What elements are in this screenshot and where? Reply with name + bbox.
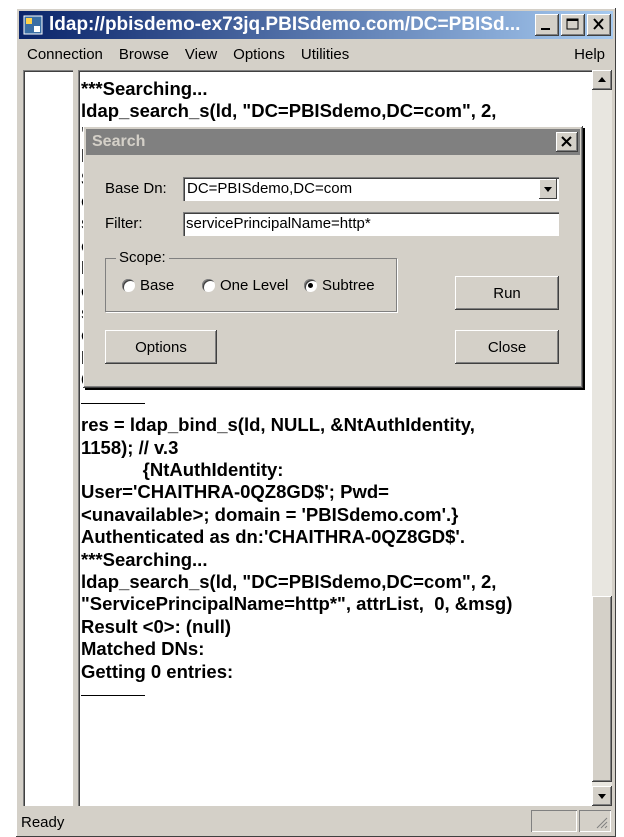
base-dn-dropdown-button[interactable] [539, 179, 557, 199]
close-icon [593, 18, 604, 30]
output-line: ldap_search_s(ld, "DC=PBISdemo,DC=com", … [81, 100, 497, 122]
menu-view[interactable]: View [177, 46, 225, 63]
resize-grip-icon [596, 817, 608, 829]
output-line: Result <0>: (null) [81, 615, 232, 637]
output-line [81, 683, 581, 705]
output-line: User='CHAITHRA-0QZ8GD$'; Pwd= [81, 481, 389, 503]
menu-bar: Connection Browse View Options Utilities… [19, 40, 613, 68]
arrow-down-icon [598, 794, 606, 799]
close-window-button[interactable] [587, 14, 611, 36]
separator-line [81, 694, 145, 696]
separator-line [81, 403, 145, 405]
vertical-scrollbar[interactable] [592, 70, 612, 806]
options-button[interactable]: Options [105, 330, 217, 364]
dialog-close-button[interactable] [556, 132, 578, 152]
output-line: 1158); // v.3 [81, 436, 179, 458]
menu-browse[interactable]: Browse [111, 46, 177, 63]
menu-options[interactable]: Options [225, 46, 293, 63]
radio-dot-one-level [202, 279, 215, 292]
output-line: res = ldap_bind_s(ld, NULL, &NtAuthIdent… [81, 414, 475, 436]
scope-one-level-label: One Level [220, 277, 289, 294]
dialog-title: Search [92, 133, 146, 150]
base-dn-label: Base Dn: [105, 180, 167, 197]
tree-pane[interactable] [23, 70, 73, 806]
close-button[interactable]: Close [455, 330, 559, 364]
run-button-label: Run [493, 284, 521, 302]
scroll-thumb[interactable] [592, 596, 612, 782]
ldap-app-icon [23, 15, 43, 35]
minimize-button[interactable] [535, 14, 559, 36]
status-panel [531, 810, 577, 832]
arrow-up-icon [598, 77, 606, 82]
output-line: ***Searching... [81, 548, 208, 570]
output-line: ldap_search_s(ld, "DC=PBISdemo,DC=com", … [81, 570, 497, 592]
scroll-down-button[interactable] [592, 786, 612, 806]
status-text: Ready [21, 814, 65, 831]
close-icon [561, 136, 572, 147]
output-line: ***Searching... [81, 78, 208, 99]
scope-group: Scope: Base One Level Subtree [105, 249, 397, 312]
radio-dot-subtree [304, 279, 317, 292]
radio-dot-base [122, 279, 135, 292]
scope-base-radio[interactable]: Base [122, 277, 174, 294]
minimize-icon [541, 28, 550, 30]
output-line: Authenticated as dn:'CHAITHRA-0QZ8GD$'. [81, 526, 465, 548]
maximize-icon [566, 18, 579, 30]
close-button-label: Close [487, 338, 527, 356]
size-grip[interactable] [579, 810, 611, 832]
filter-label: Filter: [105, 215, 143, 232]
scope-base-label: Base [140, 277, 175, 294]
scroll-up-button[interactable] [592, 70, 612, 90]
base-dn-value: DC=PBISdemo,DC=com [187, 180, 353, 197]
search-dialog: Search Base Dn: DC=PBISdemo,DC=com Filte… [83, 126, 583, 388]
filter-field[interactable] [183, 212, 559, 236]
output-line: "ServicePrincipalName=http*", attrList, … [81, 593, 513, 615]
scope-one-level-radio[interactable]: One Level [202, 277, 288, 294]
options-button-label: Options [135, 338, 187, 356]
output-line: <unavailable>; domain = 'PBISdemo.com'.} [81, 503, 459, 525]
output-line: Matched DNs: [81, 638, 205, 660]
window-title: ldap://pbisdemo-ex73jq.PBISdemo.com/DC=P… [49, 14, 521, 35]
status-bar: Ready [19, 808, 613, 834]
dialog-title-bar[interactable]: Search [86, 129, 580, 155]
output-line [81, 392, 581, 414]
output-line: {NtAuthIdentity: [81, 458, 284, 480]
title-bar[interactable]: ldap://pbisdemo-ex73jq.PBISdemo.com/DC=P… [19, 11, 613, 39]
filter-input[interactable] [186, 214, 546, 232]
menu-connection[interactable]: Connection [19, 46, 111, 63]
chevron-down-icon [544, 187, 552, 192]
output-line: Getting 0 entries: [81, 660, 234, 682]
base-dn-combobox[interactable]: DC=PBISdemo,DC=com [183, 177, 559, 201]
menu-utilities[interactable]: Utilities [293, 46, 357, 63]
scope-subtree-radio[interactable]: Subtree [304, 277, 375, 294]
menu-help[interactable]: Help [566, 46, 613, 63]
run-button[interactable]: Run [455, 276, 559, 310]
scope-label: Scope: [116, 249, 169, 266]
scope-subtree-label: Subtree [322, 277, 375, 294]
maximize-button[interactable] [561, 14, 585, 36]
